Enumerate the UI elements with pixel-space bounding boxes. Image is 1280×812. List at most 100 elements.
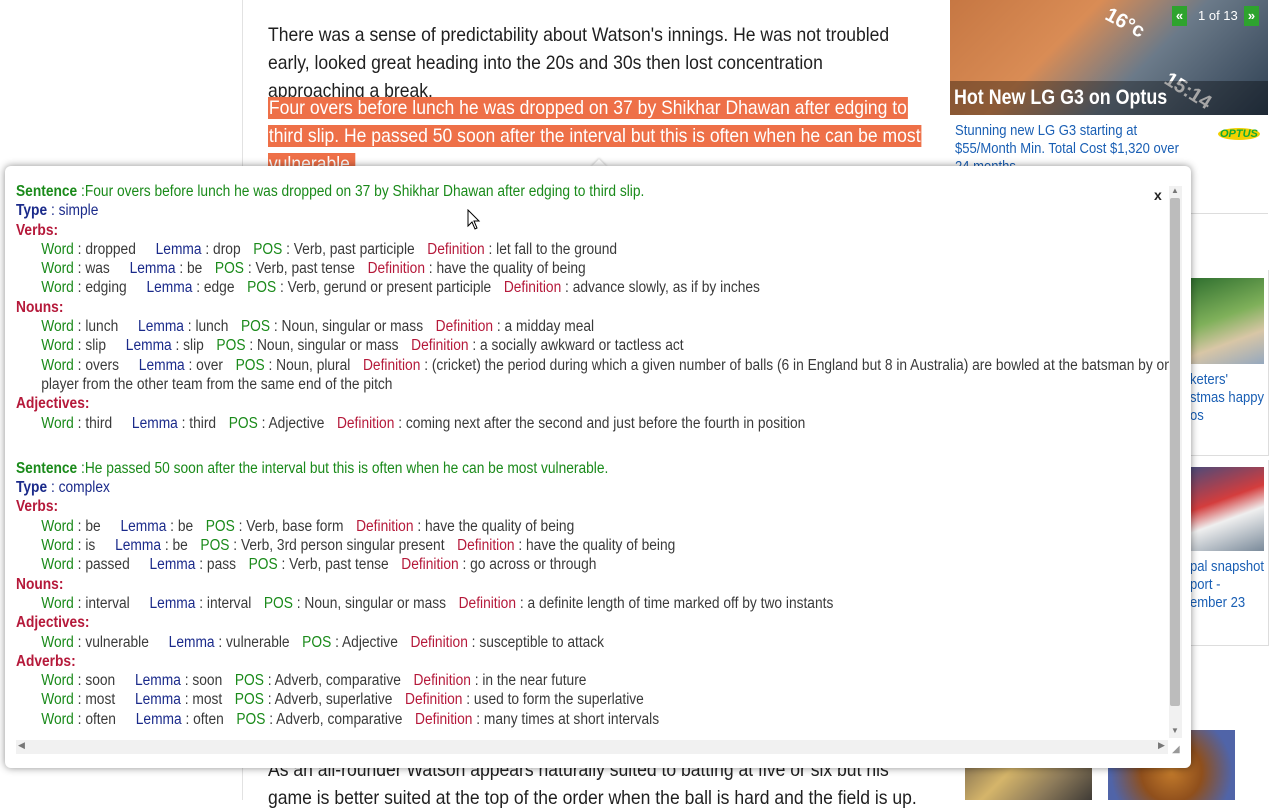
definition-value: let fall to the ground <box>496 240 618 258</box>
definition-label: Definition <box>413 672 471 690</box>
label-colon: : <box>331 633 342 651</box>
horizontal-scrollbar[interactable] <box>16 740 1168 754</box>
label-colon: : <box>77 459 85 477</box>
pos-value: Noun, singular or mass <box>304 594 447 612</box>
label-colon: : <box>47 202 59 220</box>
label-colon: : <box>73 337 86 355</box>
pos-label: POS <box>234 691 264 709</box>
article-paragraph: There was a sense of predictability abou… <box>268 24 890 102</box>
popup-content: Sentence : Four overs before lunch he was… <box>16 182 1180 729</box>
pos-group-heading: Adjectives: <box>16 614 90 632</box>
next-arrow-icon[interactable]: » <box>1244 6 1259 26</box>
scroll-down-arrow-icon[interactable]: ▼ <box>1171 726 1179 735</box>
definition-value: used to form the superlative <box>473 691 644 709</box>
word-value: often <box>85 710 116 728</box>
definition-label: Definition <box>367 260 425 278</box>
word-label: Word <box>41 260 74 278</box>
definition-label: Definition <box>401 556 459 574</box>
pos-group-heading: Nouns: <box>16 298 64 316</box>
definition-value: a definite length of time marked off by … <box>527 594 834 612</box>
lemma-value: over <box>196 356 223 374</box>
pos-group-heading: Adverbs: <box>16 652 76 670</box>
vertical-scroll-thumb[interactable] <box>1170 198 1180 706</box>
scroll-up-arrow-icon[interactable]: ▲ <box>1171 186 1179 195</box>
word-entry: Word : slip Lemma : slip POS : Noun, singu… <box>16 336 1168 355</box>
word-value: be <box>85 517 101 535</box>
ad-title[interactable]: Hot New LG G3 on Optus <box>954 86 1167 110</box>
pos-label: POS <box>235 356 265 374</box>
lemma-value: often <box>193 710 224 728</box>
label-colon: : <box>166 517 178 535</box>
lemma-value: be <box>172 537 188 555</box>
pos-group-heading: Adjectives: <box>16 395 90 413</box>
word-label: Word <box>41 710 74 728</box>
label-colon: : <box>73 691 86 709</box>
definition-value: have the quality of being <box>424 517 575 535</box>
word-entry: Word : third Lemma : third POS : Adjective… <box>16 414 1168 433</box>
word-label: Word <box>41 672 74 690</box>
sentence-type: simple <box>58 202 99 220</box>
pos-label: POS <box>205 517 235 535</box>
lemma-label: Lemma <box>149 556 196 574</box>
label-colon: : <box>561 279 573 297</box>
pos-value: Verb, past participle <box>293 240 415 258</box>
label-colon: : <box>229 537 241 555</box>
word-label: Word <box>41 240 74 258</box>
sentence-analysis-list: Sentence : Four overs before lunch he was… <box>16 182 1180 729</box>
label-colon: : <box>177 414 190 432</box>
lemma-value: slip <box>183 337 204 355</box>
prev-arrow-icon[interactable]: « <box>1172 6 1187 26</box>
pos-label: POS <box>200 537 230 555</box>
label-colon: : <box>413 517 425 535</box>
word-value: edging <box>85 279 127 297</box>
word-value: was <box>85 260 110 278</box>
scroll-right-arrow-icon[interactable]: ▶ <box>1158 740 1165 751</box>
label-colon: : <box>516 594 528 612</box>
pos-label: POS <box>214 260 244 278</box>
label-colon: : <box>277 556 290 574</box>
definition-value: in the near future <box>482 672 587 690</box>
label-colon: : <box>394 414 406 432</box>
label-colon: : <box>467 633 480 651</box>
optus-logo: OPTUS <box>1218 128 1260 140</box>
sentence-text: Four overs before lunch he was dropped o… <box>84 183 645 200</box>
mouse-cursor-icon <box>467 209 481 230</box>
label-colon: : <box>180 691 193 709</box>
word-entry: Word : most Lemma : most POS : Adverb, sup… <box>16 690 1168 709</box>
label-colon: : <box>214 633 227 651</box>
pos-value: Adjective <box>341 633 398 651</box>
ad-pager-count: 1 of 13 <box>1198 8 1238 23</box>
word-value: most <box>85 691 116 709</box>
label-colon: : <box>264 356 277 374</box>
pos-label: POS <box>216 337 246 355</box>
sentence-type: complex <box>58 479 110 497</box>
definition-value: have the quality of being <box>436 260 586 278</box>
lemma-label: Lemma <box>120 517 167 535</box>
pos-value: Noun, singular or mass <box>281 318 424 336</box>
sentence-gap <box>16 433 1168 459</box>
label-colon: : <box>183 318 196 336</box>
definition-label: Definition <box>362 356 421 374</box>
lemma-value: vulnerable <box>226 633 290 651</box>
word-label: Word <box>41 414 74 432</box>
word-entry: Word : soon Lemma : soon POS : Adverb, com… <box>16 671 1168 690</box>
label-colon: : <box>468 337 481 355</box>
lemma-value: be <box>187 260 203 278</box>
definition-label: Definition <box>457 537 515 555</box>
label-colon: : <box>73 710 86 728</box>
lemma-label: Lemma <box>131 414 178 432</box>
lemma-value: soon <box>192 672 223 690</box>
lemma-value: drop <box>213 240 241 258</box>
label-colon: : <box>201 240 214 258</box>
pos-value: Verb, past tense <box>289 556 389 574</box>
scroll-left-arrow-icon[interactable]: ◀ <box>18 740 25 751</box>
label-colon: : <box>73 356 86 374</box>
pos-value: Verb, past tense <box>255 260 355 278</box>
word-entry: Word : overs Lemma : over POS : Noun, plur… <box>16 356 1184 395</box>
lemma-label: Lemma <box>138 356 185 374</box>
lemma-label: Lemma <box>125 337 172 355</box>
word-value: is <box>85 537 96 555</box>
definition-label: Definition <box>415 710 473 728</box>
resize-grip-icon[interactable]: ◢ <box>1172 744 1180 755</box>
word-value: lunch <box>85 318 119 336</box>
